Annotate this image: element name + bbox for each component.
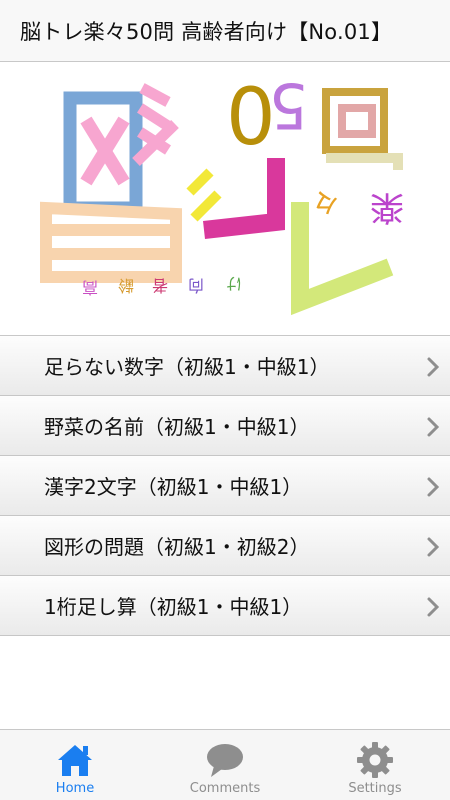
- svg-text:向: 向: [188, 276, 204, 295]
- svg-text:齢: 齢: [118, 276, 134, 295]
- svg-text:け: け: [226, 274, 242, 293]
- menu-item-missing-number[interactable]: 足らない数字（初級1・中級1）: [0, 336, 450, 396]
- menu-item-two-kanji[interactable]: 漢字2文字（初級1・中級1）: [0, 456, 450, 516]
- logo-artwork: 0 5 楽 々 高 齢 者 向 け: [40, 69, 404, 316]
- logo-char-nou: [40, 83, 222, 283]
- tab-label: Comments: [189, 781, 261, 796]
- tab-comments[interactable]: Comments: [150, 730, 300, 800]
- menu-item-label: 野菜の名前（初級1・中級1）: [44, 415, 310, 439]
- chevron-right-icon: [427, 477, 440, 497]
- chevron-right-icon: [427, 537, 440, 557]
- menu-item-single-digit-addition[interactable]: 1桁足し算（初級1・中級1）: [0, 576, 450, 636]
- menu-item-label: 足らない数字（初級1・中級1）: [44, 355, 330, 379]
- logo-char-50: 0 5: [226, 69, 308, 163]
- quiz-menu: 足らない数字（初級1・中級1） 野菜の名前（初級1・中級1） 漢字2文字（初級1…: [0, 336, 450, 636]
- menu-item-label: 図形の問題（初級1・初級2）: [44, 535, 310, 559]
- logo-char-mon: [322, 88, 403, 170]
- svg-text:楽: 楽: [370, 187, 404, 227]
- menu-item-label: 漢字2文字（初級1・中級1）: [44, 475, 303, 499]
- gear-icon: [357, 742, 393, 778]
- page-title: 脳トレ楽々50問 高齢者向け【No.01】: [20, 19, 393, 44]
- tab-home[interactable]: Home: [0, 730, 150, 800]
- menu-item-shape-problems[interactable]: 図形の問題（初級1・初級2）: [0, 516, 450, 576]
- svg-text:々: 々: [312, 185, 340, 218]
- tab-label: Home: [55, 781, 95, 796]
- menu-item-vegetable-names[interactable]: 野菜の名前（初級1・中級1）: [0, 396, 450, 456]
- svg-text:0: 0: [226, 73, 276, 163]
- chevron-right-icon: [427, 597, 440, 617]
- app-header: 脳トレ楽々50問 高齢者向け【No.01】: [0, 0, 450, 62]
- tab-label: Settings: [348, 781, 402, 796]
- menu-item-label: 1桁足し算（初級1・中級1）: [44, 595, 303, 619]
- svg-text:5: 5: [269, 69, 308, 142]
- title-logo: 0 5 楽 々 高 齢 者 向 け: [0, 62, 450, 336]
- chevron-right-icon: [427, 417, 440, 437]
- svg-text:高: 高: [82, 278, 98, 297]
- tab-settings[interactable]: Settings: [300, 730, 450, 800]
- tab-bar: Home Comments Settings: [0, 729, 450, 800]
- logo-char-raku: 楽 々: [312, 185, 404, 227]
- svg-text:者: 者: [152, 276, 168, 295]
- chevron-right-icon: [427, 357, 440, 377]
- speech-bubble-icon: [207, 744, 243, 777]
- home-icon: [58, 745, 92, 776]
